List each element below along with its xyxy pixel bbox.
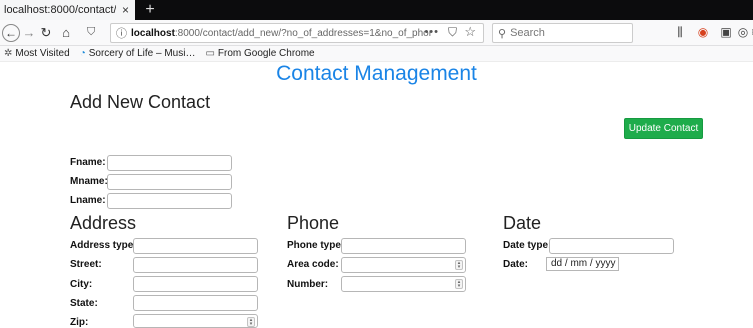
mname-input[interactable] <box>107 174 232 190</box>
add-contact-heading: Add New Contact <box>70 92 211 112</box>
zip-label: Zip: <box>70 317 89 328</box>
url-path: :8000/contact/add_new/?no_of_addresses=1… <box>174 27 431 39</box>
phone-heading: Phone <box>287 213 340 233</box>
bookmark-sorcery-of-life[interactable]: ◔ Sorcery of Life – Musi… <box>80 48 196 59</box>
folder-icon: ▭ <box>205 48 215 59</box>
update-contact-button[interactable]: Update Contact <box>624 118 703 139</box>
state-input[interactable] <box>133 295 258 311</box>
phone-type-input[interactable] <box>341 238 466 254</box>
page-title: Contact Management <box>276 62 477 85</box>
lname-input[interactable] <box>107 193 232 209</box>
state-label: State: <box>70 298 98 309</box>
tab-title: localhost:8000/contact/add <box>4 4 116 16</box>
date-type-label: Date type: <box>503 240 552 251</box>
date-label: Date: <box>503 259 529 270</box>
page-actions-icon[interactable]: ••• <box>424 26 439 38</box>
area-code-input[interactable]: ▴ ▾ <box>341 257 466 273</box>
date-heading: Date <box>503 213 542 233</box>
new-tab-button[interactable]: + <box>141 0 159 20</box>
phone-number-input[interactable]: ▴ ▾ <box>341 276 466 292</box>
area-code-label: Area code: <box>287 259 339 270</box>
pocket-icon[interactable]: ⛉ <box>448 25 457 40</box>
site-favicon-icon: ◔ <box>79 48 86 59</box>
number-spinner-icon[interactable]: ▴ ▾ <box>455 279 463 289</box>
url-host: localhost <box>131 27 175 39</box>
gear-icon: ✲ <box>4 48 13 59</box>
back-arrow-icon[interactable]: ← <box>2 24 20 42</box>
search-placeholder: Search <box>510 27 545 39</box>
library-icon[interactable]: ⫼ <box>672 25 688 40</box>
url-text: localhost:8000/contact/add_new/?no_of_ad… <box>131 28 431 39</box>
navigation-toolbar: ← → ↻ ⌂ ⛉ ⓘ localhost:8000/contact/add_n… <box>0 20 753 46</box>
url-bar[interactable]: ⛉ ⓘ localhost:8000/contact/add_new/?no_o… <box>87 23 484 43</box>
bookmark-label: From Google Chrome <box>217 48 315 59</box>
address-type-label: Address type: <box>70 240 137 251</box>
number-label: Number: <box>287 279 329 290</box>
close-tab-icon[interactable]: × <box>122 3 129 17</box>
street-label: Street: <box>70 259 102 270</box>
bookmarks-toolbar: ✲ Most Visited ◔ Sorcery of Life – Musi…… <box>0 46 753 62</box>
addon-icon[interactable]: ◉ <box>695 25 711 39</box>
browser-tab[interactable]: localhost:8000/contact/add × <box>0 0 135 20</box>
date-type-input[interactable] <box>549 238 674 254</box>
bookmark-from-google-chrome[interactable]: ▭ From Google Chrome <box>205 48 314 59</box>
phone-type-label: Phone type: <box>287 240 345 251</box>
sidebar-icon[interactable]: ▣ <box>718 25 734 39</box>
tab-bar: localhost:8000/contact/add × + <box>0 0 753 20</box>
bookmark-star-icon[interactable]: ☆ <box>464 24 476 40</box>
city-input[interactable] <box>133 276 258 292</box>
bookmark-label: Sorcery of Life – Musi… <box>88 48 196 59</box>
lname-label: Lname: <box>70 195 106 206</box>
account-icon[interactable]: ◎ <box>735 25 751 39</box>
bookmark-most-visited[interactable]: ✲ Most Visited <box>4 48 70 59</box>
zip-spinner-icon[interactable]: ▴ ▾ <box>247 317 255 327</box>
address-heading: Address <box>70 213 137 233</box>
search-bar[interactable]: ⚲ Search <box>492 23 633 43</box>
street-input[interactable] <box>133 257 258 273</box>
fname-label: Fname: <box>70 157 106 168</box>
search-icon: ⚲ <box>498 27 507 40</box>
forward-arrow-icon[interactable]: → <box>22 24 36 42</box>
mname-label: Mname: <box>70 176 108 187</box>
address-type-input[interactable] <box>133 238 258 254</box>
fname-input[interactable] <box>107 155 232 171</box>
tracking-shield-icon[interactable]: ⛉ <box>87 26 95 39</box>
area-code-spinner-icon[interactable]: ▴ ▾ <box>455 260 463 270</box>
reload-icon[interactable]: ↻ <box>38 24 54 42</box>
zip-input[interactable]: ▴ ▾ <box>133 314 258 328</box>
home-icon[interactable]: ⌂ <box>58 24 74 42</box>
date-input[interactable]: dd / mm / yyyy <box>546 257 619 271</box>
bookmark-label: Most Visited <box>15 48 70 59</box>
city-label: City: <box>70 279 93 290</box>
site-info-icon[interactable]: ⓘ <box>116 25 127 41</box>
